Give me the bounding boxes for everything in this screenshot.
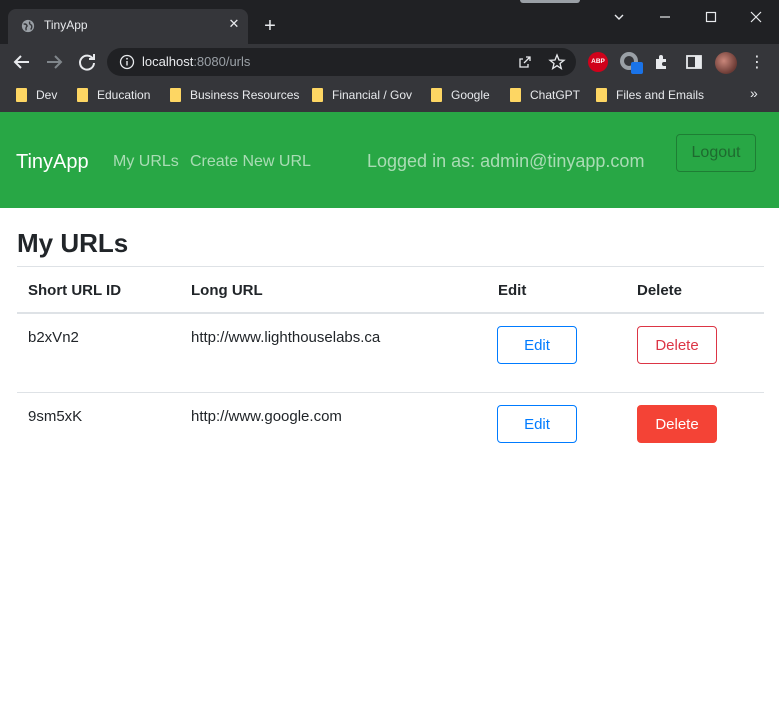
edit-button[interactable]: Edit (497, 405, 577, 443)
side-panel-icon[interactable] (684, 52, 704, 72)
bookmarks-bar: Dev Education Business Resources Financi… (0, 80, 779, 108)
puzzle-extensions-icon[interactable] (652, 52, 672, 72)
column-header-delete: Delete (637, 282, 683, 299)
globe-icon (21, 19, 35, 33)
page-title: My URLs (17, 228, 129, 258)
bookmark-education[interactable]: Education (77, 86, 150, 104)
url-path: :8080/urls (193, 54, 251, 69)
bookmark-star-icon[interactable] (548, 53, 566, 71)
folder-icon (77, 88, 88, 102)
extension-icon[interactable] (620, 52, 643, 74)
folder-icon (170, 88, 181, 102)
logged-in-status: Logged in as: admin@tinyapp.com (367, 151, 645, 171)
bookmark-files-and-emails[interactable]: Files and Emails (596, 86, 704, 104)
row-divider (17, 392, 764, 393)
table-top-border (17, 266, 764, 267)
browser-chrome: TinyApp ✕ + localhost:8080/urls ABP ⋮ De… (0, 0, 779, 112)
adblock-extension-icon[interactable]: ABP (588, 52, 608, 72)
window-drag-region (520, 0, 580, 3)
folder-icon (16, 88, 27, 102)
site-info-icon[interactable] (119, 54, 135, 70)
delete-button[interactable]: Delete (637, 405, 717, 443)
nav-create-new-url[interactable]: Create New URL (190, 153, 311, 171)
address-bar[interactable]: localhost:8080/urls (107, 48, 576, 76)
logout-button[interactable]: Logout (676, 134, 756, 172)
edit-button[interactable]: Edit (497, 326, 577, 364)
tab-strip: TinyApp ✕ + (0, 0, 779, 44)
long-url: http://www.google.com (191, 408, 342, 425)
app-navbar: TinyApp My URLs Create New URL Logged in… (0, 112, 779, 208)
column-header-edit: Edit (498, 282, 527, 299)
more-bookmarks-icon[interactable]: » (750, 85, 758, 101)
bookmark-chatgpt[interactable]: ChatGPT (510, 86, 580, 104)
url-host: localhost (142, 54, 194, 69)
short-url-id: 9sm5xK (28, 408, 83, 425)
browser-toolbar: localhost:8080/urls ABP ⋮ (0, 44, 779, 80)
share-icon[interactable] (517, 54, 533, 70)
reload-icon[interactable] (75, 50, 99, 74)
bookmark-financial-gov[interactable]: Financial / Gov (312, 86, 412, 104)
delete-button[interactable]: Delete (637, 326, 717, 364)
bookmark-business-resources[interactable]: Business Resources (170, 86, 299, 104)
close-tab-icon[interactable]: ✕ (226, 17, 242, 33)
forward-arrow-icon[interactable] (42, 50, 66, 74)
short-url-id: b2xVn2 (28, 329, 79, 346)
nav-my-urls[interactable]: My URLs (113, 153, 179, 171)
tab-search-icon[interactable] (596, 4, 642, 30)
long-url: http://www.lighthouselabs.ca (191, 329, 381, 346)
brand-link[interactable]: TinyApp (16, 151, 89, 174)
column-header-long-url: Long URL (191, 282, 263, 299)
browser-tab[interactable]: TinyApp ✕ (8, 9, 248, 44)
folder-icon (596, 88, 607, 102)
back-arrow-icon[interactable] (10, 50, 34, 74)
table-header-border (17, 312, 764, 314)
more-menu-icon[interactable]: ⋮ (749, 52, 765, 72)
folder-icon (510, 88, 521, 102)
minimize-icon[interactable] (642, 4, 688, 30)
bookmark-dev[interactable]: Dev (16, 86, 57, 104)
bookmark-google[interactable]: Google (431, 86, 490, 104)
profile-avatar[interactable] (715, 52, 737, 74)
close-window-icon[interactable] (733, 4, 779, 30)
tab-title: TinyApp (44, 18, 88, 32)
column-header-short-url: Short URL ID (28, 282, 122, 299)
url-text[interactable]: localhost:8080/urls (142, 54, 250, 69)
folder-icon (431, 88, 442, 102)
new-tab-icon[interactable]: + (258, 15, 282, 39)
folder-icon (312, 88, 323, 102)
maximize-icon[interactable] (688, 4, 734, 30)
